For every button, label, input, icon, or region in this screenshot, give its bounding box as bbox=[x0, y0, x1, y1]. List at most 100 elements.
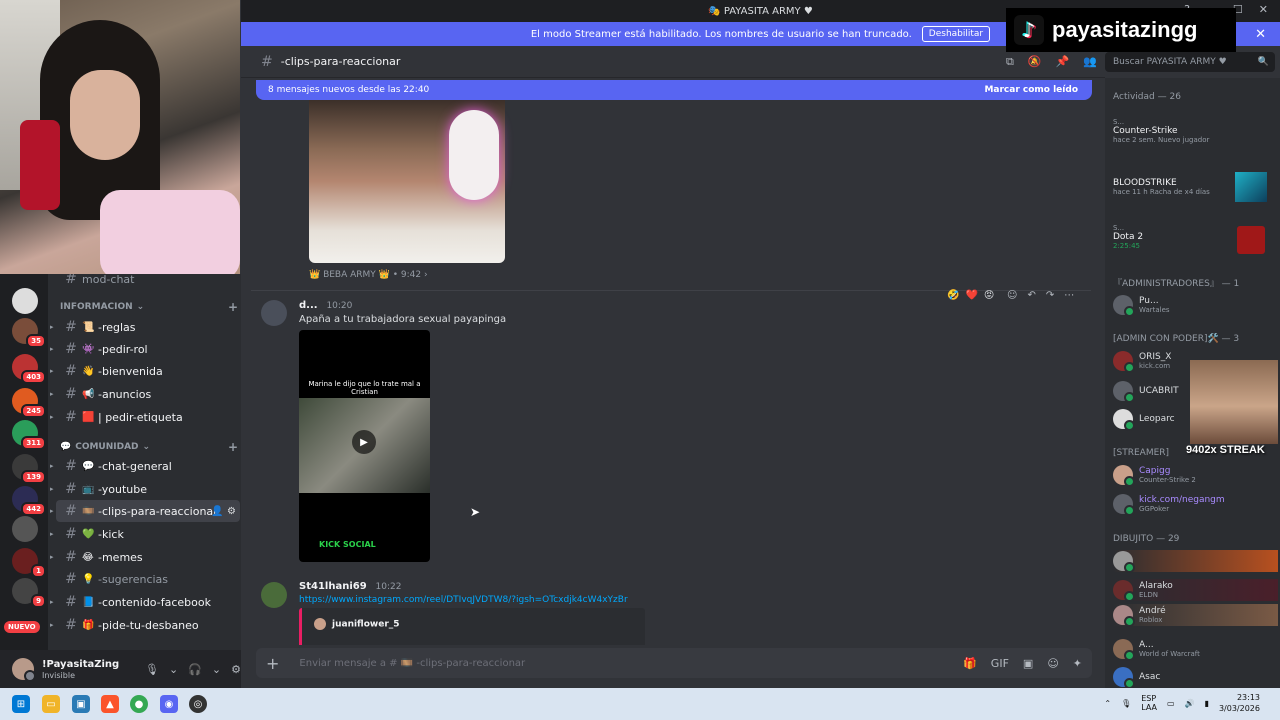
microphone-icon[interactable]: 🎙 bbox=[145, 663, 159, 676]
add-channel-icon[interactable]: + bbox=[228, 440, 238, 454]
server-icon[interactable]: 403 bbox=[12, 354, 46, 384]
channel-kick[interactable]: ▸ # 💚 -kick bbox=[50, 523, 240, 545]
server-icon[interactable]: 139 bbox=[12, 454, 46, 484]
file-explorer-icon[interactable]: ▭ bbox=[42, 695, 60, 713]
more-options-icon[interactable]: ⋯ bbox=[1064, 290, 1074, 301]
channel-chat-general[interactable]: ▸ # 💬 -chat-general bbox=[50, 455, 240, 477]
avatar[interactable] bbox=[261, 582, 287, 608]
mark-as-read-button[interactable]: Marcar como leído bbox=[984, 85, 1078, 95]
chevron-down-icon[interactable]: ⌄ bbox=[169, 663, 178, 676]
member-list-icon[interactable]: 👥 bbox=[1083, 55, 1097, 69]
server-icon[interactable]: 245 bbox=[12, 388, 46, 418]
windows-start-icon[interactable]: ⊞ bbox=[12, 695, 30, 713]
server-icon[interactable]: 1 bbox=[12, 548, 46, 578]
battery-icon[interactable]: ▮ bbox=[1205, 699, 1209, 708]
member-item[interactable] bbox=[1113, 550, 1278, 573]
attach-plus-icon[interactable]: + bbox=[266, 654, 279, 673]
member-item[interactable]: A... World of Warcraft bbox=[1113, 638, 1278, 661]
channel-sugerencias[interactable]: # 💡 -sugerencias bbox=[56, 568, 240, 590]
clock[interactable]: 23:13 3/03/2026 bbox=[1219, 692, 1260, 714]
user-info[interactable]: !PayasitaZing Invisible bbox=[42, 659, 119, 680]
channel-reglas[interactable]: ▸ # 📜 -reglas bbox=[50, 316, 240, 338]
discord-icon[interactable]: ◉ bbox=[160, 695, 178, 713]
message-author[interactable]: d... bbox=[299, 300, 318, 311]
hash-icon: # bbox=[65, 363, 77, 379]
video-embed[interactable]: Marina le dijo que lo trate mal a Cristi… bbox=[299, 330, 430, 562]
sticker-icon[interactable]: ▣ bbox=[1023, 657, 1033, 670]
close-icon[interactable]: ✕ bbox=[1255, 27, 1266, 42]
activity-sub: hace 2 sem. Nuevo jugador bbox=[1113, 136, 1210, 144]
network-icon[interactable]: ▭ bbox=[1167, 699, 1175, 708]
reaction-laugh-icon[interactable]: 🤣 bbox=[947, 290, 959, 301]
language-indicator[interactable]: ESP LAA bbox=[1141, 694, 1157, 712]
member-item[interactable]: André Roblox bbox=[1113, 604, 1278, 627]
store-icon[interactable]: ▣ bbox=[72, 695, 90, 713]
close-icon[interactable]: ✕ bbox=[1259, 3, 1268, 16]
brave-browser-icon[interactable]: ▲ bbox=[101, 695, 119, 713]
chevron-down-icon[interactable]: ⌄ bbox=[212, 663, 221, 676]
server-icon[interactable]: 442 bbox=[12, 486, 46, 516]
notification-bell-icon[interactable]: 🔕 bbox=[1028, 55, 1042, 69]
disable-streamer-button[interactable]: Deshabilitar bbox=[921, 26, 991, 42]
gift-icon[interactable]: 🎁 bbox=[963, 657, 977, 670]
gif-icon[interactable]: GIF bbox=[991, 657, 1009, 670]
channel-pedir-etiqueta[interactable]: ▸ # 🟥 | pedir-etiqueta bbox=[50, 406, 240, 428]
reply-icon[interactable]: ↶ bbox=[1027, 290, 1035, 301]
member-item[interactable]: Asac bbox=[1113, 666, 1278, 688]
server-icon[interactable] bbox=[12, 288, 38, 314]
reaction-heart-icon[interactable]: ❤️ bbox=[965, 290, 977, 301]
invite-icon[interactable]: 👤 bbox=[211, 506, 223, 517]
link-embed[interactable]: juaniflower_5 bbox=[299, 608, 645, 645]
new-messages-bar[interactable]: 8 mensajes nuevos desde las 22:40 Marcar… bbox=[256, 80, 1092, 100]
channel-contenido-facebook[interactable]: ▸ # 📘 -contenido-facebook bbox=[50, 591, 240, 613]
member-item[interactable]: kick.com/negangm GGPoker bbox=[1113, 493, 1278, 516]
channel-pide-tu-desbaneo[interactable]: ▸ # 🎁 -pide-tu-desbaneo bbox=[50, 614, 240, 636]
chrome-icon[interactable]: ● bbox=[130, 695, 148, 713]
webcam-microphone bbox=[20, 120, 60, 210]
unread-indicator-icon: ▸ bbox=[50, 530, 54, 538]
message-image[interactable] bbox=[309, 100, 505, 263]
forward-icon[interactable]: ↷ bbox=[1046, 290, 1054, 301]
category-comunidad[interactable]: 💬 COMUNIDAD ⌄ + bbox=[60, 440, 238, 454]
message-author[interactable]: St41lhani69 bbox=[299, 581, 367, 592]
server-icon[interactable] bbox=[12, 516, 38, 542]
search-input[interactable]: Buscar PAYASITA ARMY ♥ 🔍 bbox=[1105, 52, 1275, 72]
reaction-angry-icon[interactable]: 😡 bbox=[984, 290, 994, 301]
add-reaction-icon[interactable]: ☺ bbox=[1007, 290, 1017, 301]
member-name: Alarako bbox=[1139, 581, 1173, 591]
channel-youtube[interactable]: ▸ # 📺 -youtube bbox=[50, 478, 240, 500]
message-composer[interactable]: + Enviar mensaje a # 🎞️ -clips-para-reac… bbox=[256, 648, 1092, 678]
server-icon[interactable]: 35 bbox=[12, 318, 46, 348]
member-item[interactable]: Pu... Wartales bbox=[1113, 294, 1278, 317]
server-icon[interactable]: 311 bbox=[12, 420, 46, 450]
pin-icon[interactable]: 📌 bbox=[1056, 55, 1070, 69]
server-icon[interactable]: 9 bbox=[12, 578, 46, 608]
chevron-up-icon[interactable]: ⌃ bbox=[1104, 699, 1111, 708]
message-link[interactable]: https://www.instagram.com/reel/DTIvqJVDT… bbox=[299, 595, 628, 605]
activity-card[interactable]: S... Counter-Strike hace 2 sem. Nuevo ju… bbox=[1113, 118, 1273, 144]
member-item[interactable]: Alarako ELDN bbox=[1113, 579, 1278, 602]
avatar[interactable] bbox=[12, 658, 36, 682]
headphones-icon[interactable]: 🎧 bbox=[188, 663, 202, 676]
avatar[interactable] bbox=[261, 300, 287, 326]
volume-icon[interactable]: 🔊 bbox=[1185, 699, 1195, 708]
obs-icon[interactable]: ◎ bbox=[189, 695, 207, 713]
channel-memes[interactable]: ▸ # 😂 -memes bbox=[50, 546, 240, 568]
gear-icon[interactable]: ⚙ bbox=[231, 663, 241, 676]
channel-mod-chat[interactable]: # mod-chat bbox=[56, 274, 240, 290]
apps-icon[interactable]: ✦ bbox=[1073, 657, 1082, 670]
emoji-icon[interactable]: ☺ bbox=[1047, 657, 1058, 670]
play-icon[interactable]: ▶ bbox=[352, 430, 376, 454]
channel-anuncios[interactable]: ▸ # 📢 -anuncios bbox=[50, 383, 240, 405]
gear-icon[interactable]: ⚙ bbox=[227, 506, 236, 517]
add-channel-icon[interactable]: + bbox=[228, 300, 238, 314]
category-informacion[interactable]: INFORMACION ⌄ + bbox=[60, 300, 238, 314]
microphone-icon[interactable]: 🎙 bbox=[1121, 699, 1131, 708]
threads-icon[interactable]: ⧉ bbox=[1006, 55, 1014, 69]
video-logo: KICK SOCIAL bbox=[319, 540, 376, 549]
channel-bienvenida[interactable]: ▸ # 👋 -bienvenida bbox=[50, 360, 240, 382]
member-item[interactable]: Capigg Counter-Strike 2 bbox=[1113, 464, 1278, 487]
channel-pedir-rol[interactable]: ▸ # 👾 -pedir-rol bbox=[50, 338, 240, 360]
channel-clips-para-reaccionar[interactable]: ▸ # 🎞️ -clips-para-reaccionar 👤 ⚙ bbox=[50, 500, 240, 522]
member-name: Pu... bbox=[1139, 296, 1159, 306]
